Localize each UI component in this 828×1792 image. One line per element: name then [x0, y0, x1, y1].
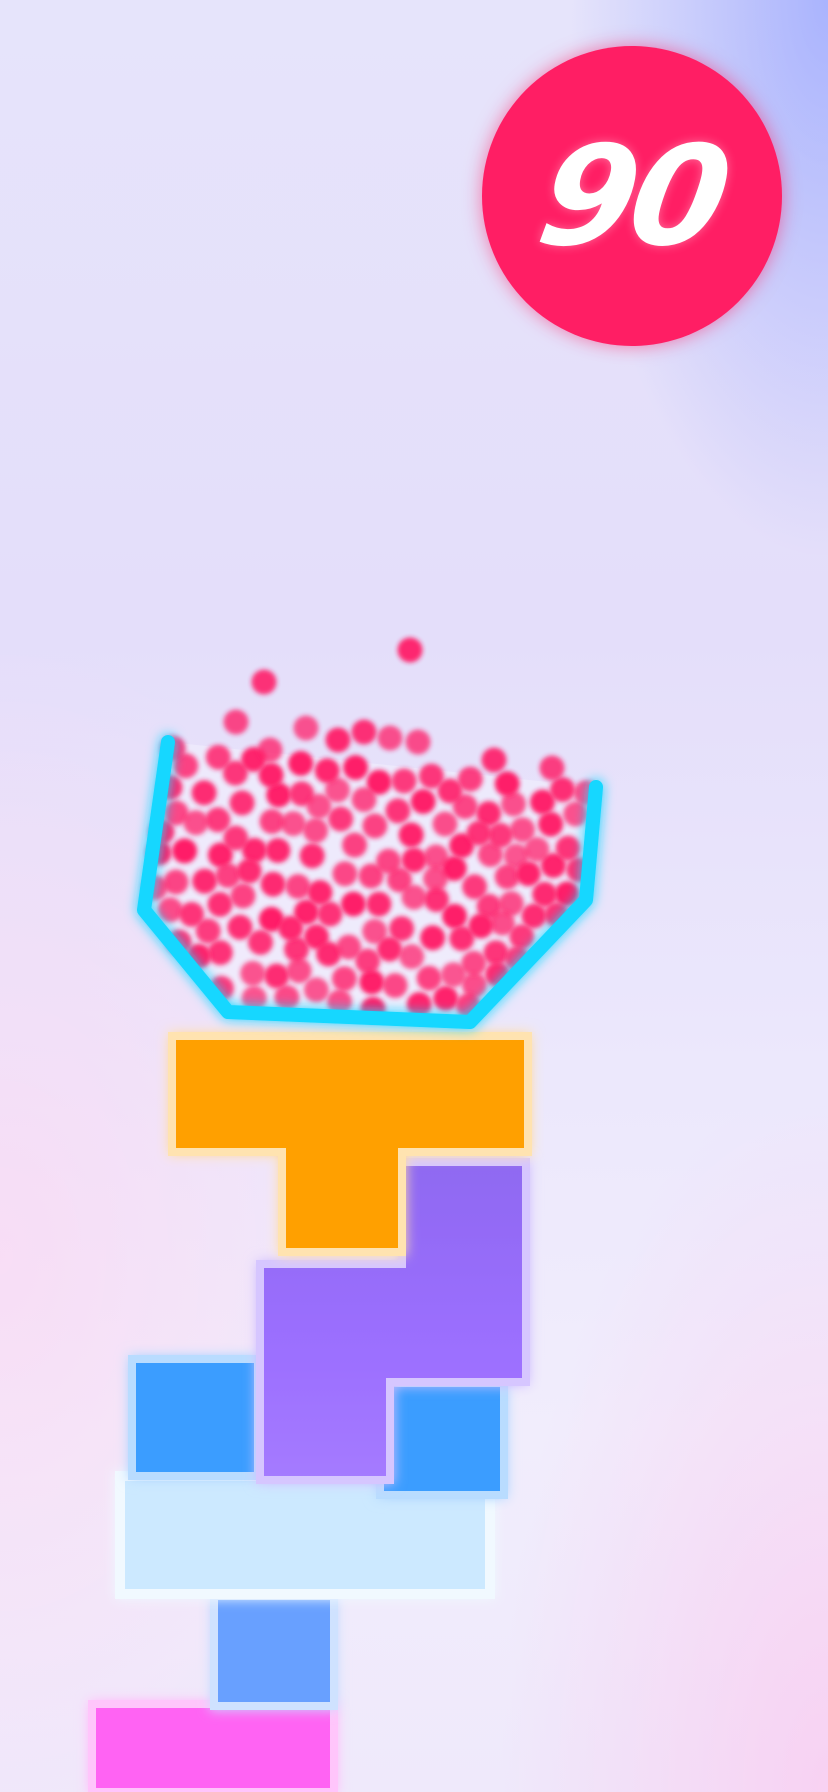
- ball: [397, 637, 423, 663]
- ball: [293, 715, 319, 741]
- ball: [509, 924, 535, 950]
- ball: [260, 871, 286, 897]
- ball: [307, 880, 333, 905]
- ball: [437, 778, 463, 804]
- ball: [205, 807, 231, 833]
- ball: [481, 747, 507, 773]
- ball: [366, 891, 392, 917]
- ball: [359, 969, 385, 995]
- ball: [280, 811, 306, 837]
- ball: [563, 801, 589, 827]
- ball: [483, 940, 509, 966]
- ball: [466, 820, 492, 846]
- ball: [401, 884, 427, 910]
- ball: [550, 777, 575, 803]
- ball: [223, 825, 249, 851]
- ball: [265, 838, 291, 863]
- ball: [340, 891, 366, 917]
- ball: [179, 901, 205, 927]
- block-stack: [88, 1032, 532, 1792]
- score-badge: 90: [482, 46, 782, 346]
- ball: [376, 848, 401, 874]
- ball: [251, 669, 277, 695]
- ball: [223, 709, 249, 735]
- ball: [192, 868, 218, 894]
- ball: [288, 750, 314, 776]
- ball: [227, 914, 253, 940]
- ball: [240, 960, 266, 986]
- ball: [405, 729, 431, 755]
- ball: [494, 864, 520, 890]
- ball: [299, 843, 325, 869]
- ball: [331, 966, 357, 992]
- ball: [236, 858, 262, 884]
- ball: [351, 787, 377, 813]
- game-scene[interactable]: 90: [0, 0, 828, 1792]
- ball: [399, 944, 425, 970]
- ball: [248, 929, 273, 955]
- ball: [306, 793, 332, 819]
- ball: [274, 985, 300, 1010]
- ball: [278, 915, 304, 941]
- ball: [259, 809, 285, 834]
- ball: [303, 977, 329, 1003]
- ball: [524, 836, 550, 862]
- ball: [494, 771, 520, 797]
- ball: [377, 936, 402, 962]
- ball: [410, 789, 436, 814]
- pink-block: [88, 1700, 338, 1792]
- ball: [398, 822, 424, 848]
- ball: [332, 861, 358, 887]
- ball: [215, 863, 241, 888]
- ball: [257, 737, 283, 763]
- ball: [468, 913, 494, 939]
- ball: [423, 866, 448, 892]
- ball: [343, 755, 369, 780]
- ball: [385, 798, 411, 824]
- cup[interactable]: [137, 637, 603, 1029]
- ball: [163, 869, 189, 895]
- blue-square-block-left: [128, 1355, 262, 1480]
- blue-small-square-block: [210, 1592, 338, 1710]
- ball: [264, 963, 290, 989]
- ball: [539, 755, 565, 781]
- ball: [207, 891, 233, 917]
- ball: [377, 725, 403, 751]
- ball: [355, 948, 381, 974]
- ball: [416, 965, 442, 991]
- ball: [314, 758, 340, 784]
- ball: [157, 897, 183, 923]
- ball: [285, 874, 311, 899]
- ball: [351, 719, 377, 745]
- ball: [229, 790, 255, 816]
- ball: [325, 727, 351, 753]
- ball: [488, 822, 513, 848]
- blue-square-block-right: [376, 1379, 508, 1499]
- ball: [207, 940, 233, 966]
- ball: [555, 835, 581, 861]
- ball: [401, 847, 427, 873]
- ball: [183, 810, 209, 836]
- ball: [303, 818, 329, 844]
- ball: [191, 780, 217, 806]
- ball: [342, 832, 368, 858]
- ball: [391, 768, 417, 794]
- ball: [420, 925, 446, 951]
- ball: [362, 813, 388, 839]
- ball: [461, 950, 487, 976]
- ball: [515, 861, 541, 887]
- ball: [538, 811, 564, 837]
- ball: [172, 838, 198, 864]
- ball: [317, 901, 343, 927]
- ball: [433, 985, 459, 1011]
- ball: [423, 844, 449, 870]
- ball: [382, 973, 408, 998]
- ball: [230, 883, 256, 909]
- ball: [328, 806, 354, 832]
- ball: [286, 958, 312, 984]
- ball: [432, 811, 458, 837]
- score-value: 90: [527, 115, 737, 277]
